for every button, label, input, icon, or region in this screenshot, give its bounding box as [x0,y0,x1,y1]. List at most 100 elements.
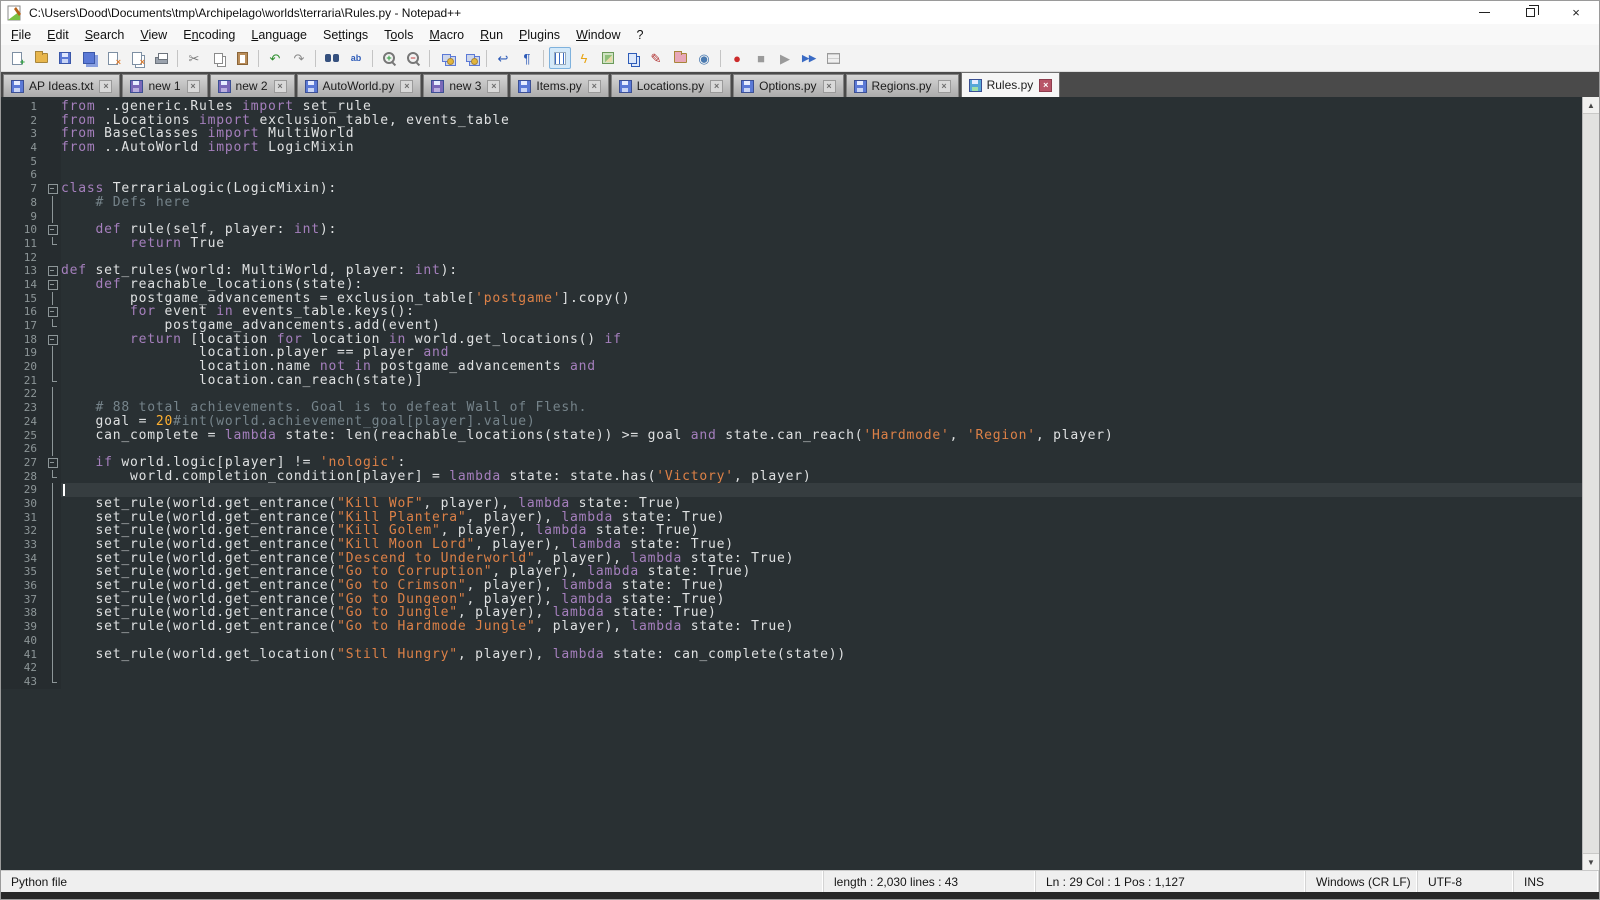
macro-record-icon[interactable]: ● [726,47,748,69]
save-state-icon [969,79,982,92]
menu-encoding[interactable]: Encoding [175,26,243,44]
tab-ap-ideas-txt[interactable]: AP Ideas.txt× [3,74,120,97]
scroll-down-button[interactable]: ▼ [1583,854,1599,870]
fold-collapse-icon[interactable] [45,182,61,196]
indent-guide-icon[interactable] [549,47,571,69]
tab-new-3[interactable]: new 3× [423,74,508,97]
status-typing-mode[interactable]: INS [1514,871,1599,892]
pen-document-icon[interactable]: ✎ [645,47,667,69]
document-list-icon[interactable] [621,47,643,69]
scroll-up-button[interactable]: ▲ [1583,97,1599,113]
close-all-icon[interactable]: × [126,47,148,69]
tab-locations-py[interactable]: Locations.py× [611,74,731,97]
line-number: 5 [1,155,45,169]
tab-options-py[interactable]: Options.py× [733,74,843,97]
code-text: set_rule(world.get_entrance("Kill Moon L… [61,538,734,552]
copy-icon[interactable] [207,47,229,69]
status-eol-format[interactable]: Windows (CR LF) [1306,871,1418,892]
document-monitor-icon[interactable]: ◉ [693,47,715,69]
cut-icon[interactable]: ✂ [183,47,205,69]
macro-run-multiple-icon[interactable]: ▶▶ [798,47,820,69]
macro-save-icon[interactable] [822,47,844,69]
tab-regions-py[interactable]: Regions.py× [846,74,959,97]
redo-icon[interactable]: ↷ [288,47,310,69]
sync-horizontal-icon[interactable] [459,47,481,69]
restore-button[interactable] [1507,1,1553,24]
fold-collapse-icon[interactable] [45,223,61,237]
undo-icon[interactable]: ↶ [264,47,286,69]
code-text: set_rule(world.get_entrance("Descend to … [61,552,794,566]
tab-close-icon[interactable]: × [400,80,413,93]
tab-close-icon[interactable]: × [274,80,287,93]
paste-icon[interactable] [231,47,253,69]
fold-collapse-icon[interactable] [45,305,61,319]
menu-settings[interactable]: Settings [315,26,376,44]
menu-run[interactable]: Run [472,26,511,44]
open-file-icon[interactable] [30,47,52,69]
folder-as-workspace-icon[interactable] [669,47,691,69]
tab-close-icon[interactable]: × [588,80,601,93]
fold-collapse-icon[interactable] [45,264,61,278]
print-icon[interactable] [150,47,172,69]
vertical-scrollbar[interactable]: ▲ ▼ [1582,97,1599,870]
find-icon[interactable] [321,47,343,69]
minimize-button[interactable] [1461,1,1507,24]
menu-window[interactable]: Window [568,26,628,44]
function-list-icon[interactable]: ϟ [573,47,595,69]
macro-play-icon[interactable]: ▶ [774,47,796,69]
notepad-plus-plus-window: C:\Users\Dood\Documents\tmp\Archipelago\… [0,0,1600,900]
tab-close-icon[interactable]: × [710,80,723,93]
macro-stop-icon[interactable]: ■ [750,47,772,69]
line-number: 9 [1,210,45,224]
new-file-icon[interactable]: + [6,47,28,69]
menu-plugins[interactable]: Plugins [511,26,568,44]
zoom-in-icon[interactable]: + [378,47,400,69]
tab-new-1[interactable]: new 1× [122,74,207,97]
fold-collapse-icon[interactable] [45,333,61,347]
menu-view[interactable]: View [132,26,175,44]
fold-collapse-icon[interactable] [45,278,61,292]
code-line: 9 [1,210,1582,224]
scrollbar-thumb[interactable] [1583,113,1599,854]
save-all-icon[interactable] [78,47,100,69]
zoom-out-icon[interactable]: − [402,47,424,69]
menu-language[interactable]: Language [243,26,315,44]
code-editor[interactable]: 1from ..generic.Rules import set_rule2fr… [1,97,1582,870]
code-line: 29 [1,483,1582,497]
menu-macro[interactable]: Macro [421,26,472,44]
line-number: 25 [1,429,45,443]
menu-file[interactable]: File [3,26,39,44]
tab-items-py[interactable]: Items.py× [510,74,608,97]
line-number: 29 [1,483,45,497]
status-encoding[interactable]: UTF-8 [1418,871,1514,892]
menu-tools[interactable]: Tools [376,26,421,44]
code-line: 18 return [location for location in worl… [1,333,1582,347]
fold-margin [45,415,61,429]
line-number: 8 [1,196,45,210]
tab-close-icon[interactable]: × [187,80,200,93]
tab-close-icon[interactable]: × [1039,79,1052,92]
line-number: 14 [1,278,45,292]
tab-autoworld-py[interactable]: AutoWorld.py× [297,74,422,97]
tab-close-icon[interactable]: × [938,80,951,93]
code-line: 16 for event in events_table.keys(): [1,305,1582,319]
tab-rules-py[interactable]: Rules.py× [961,72,1061,97]
show-all-characters-icon[interactable]: ¶ [516,47,538,69]
tab-close-icon[interactable]: × [823,80,836,93]
menu-search[interactable]: Search [77,26,133,44]
document-map-icon[interactable] [597,47,619,69]
save-file-icon[interactable] [54,47,76,69]
fold-collapse-icon[interactable] [45,456,61,470]
tab-close-icon[interactable]: × [487,80,500,93]
sync-vertical-icon[interactable] [435,47,457,69]
status-cursor-position[interactable]: Ln : 29 Col : 1 Pos : 1,127 [1036,871,1306,892]
menu-edit[interactable]: Edit [39,26,77,44]
close-button[interactable]: × [1553,1,1599,24]
close-file-icon[interactable]: × [102,47,124,69]
tab-new-2[interactable]: new 2× [210,74,295,97]
menu-help[interactable]: ? [629,26,652,44]
replace-icon[interactable]: ab [345,47,367,69]
word-wrap-icon[interactable]: ↩ [492,47,514,69]
tab-close-icon[interactable]: × [99,80,112,93]
code-line: 4from ..AutoWorld import LogicMixin [1,141,1582,155]
